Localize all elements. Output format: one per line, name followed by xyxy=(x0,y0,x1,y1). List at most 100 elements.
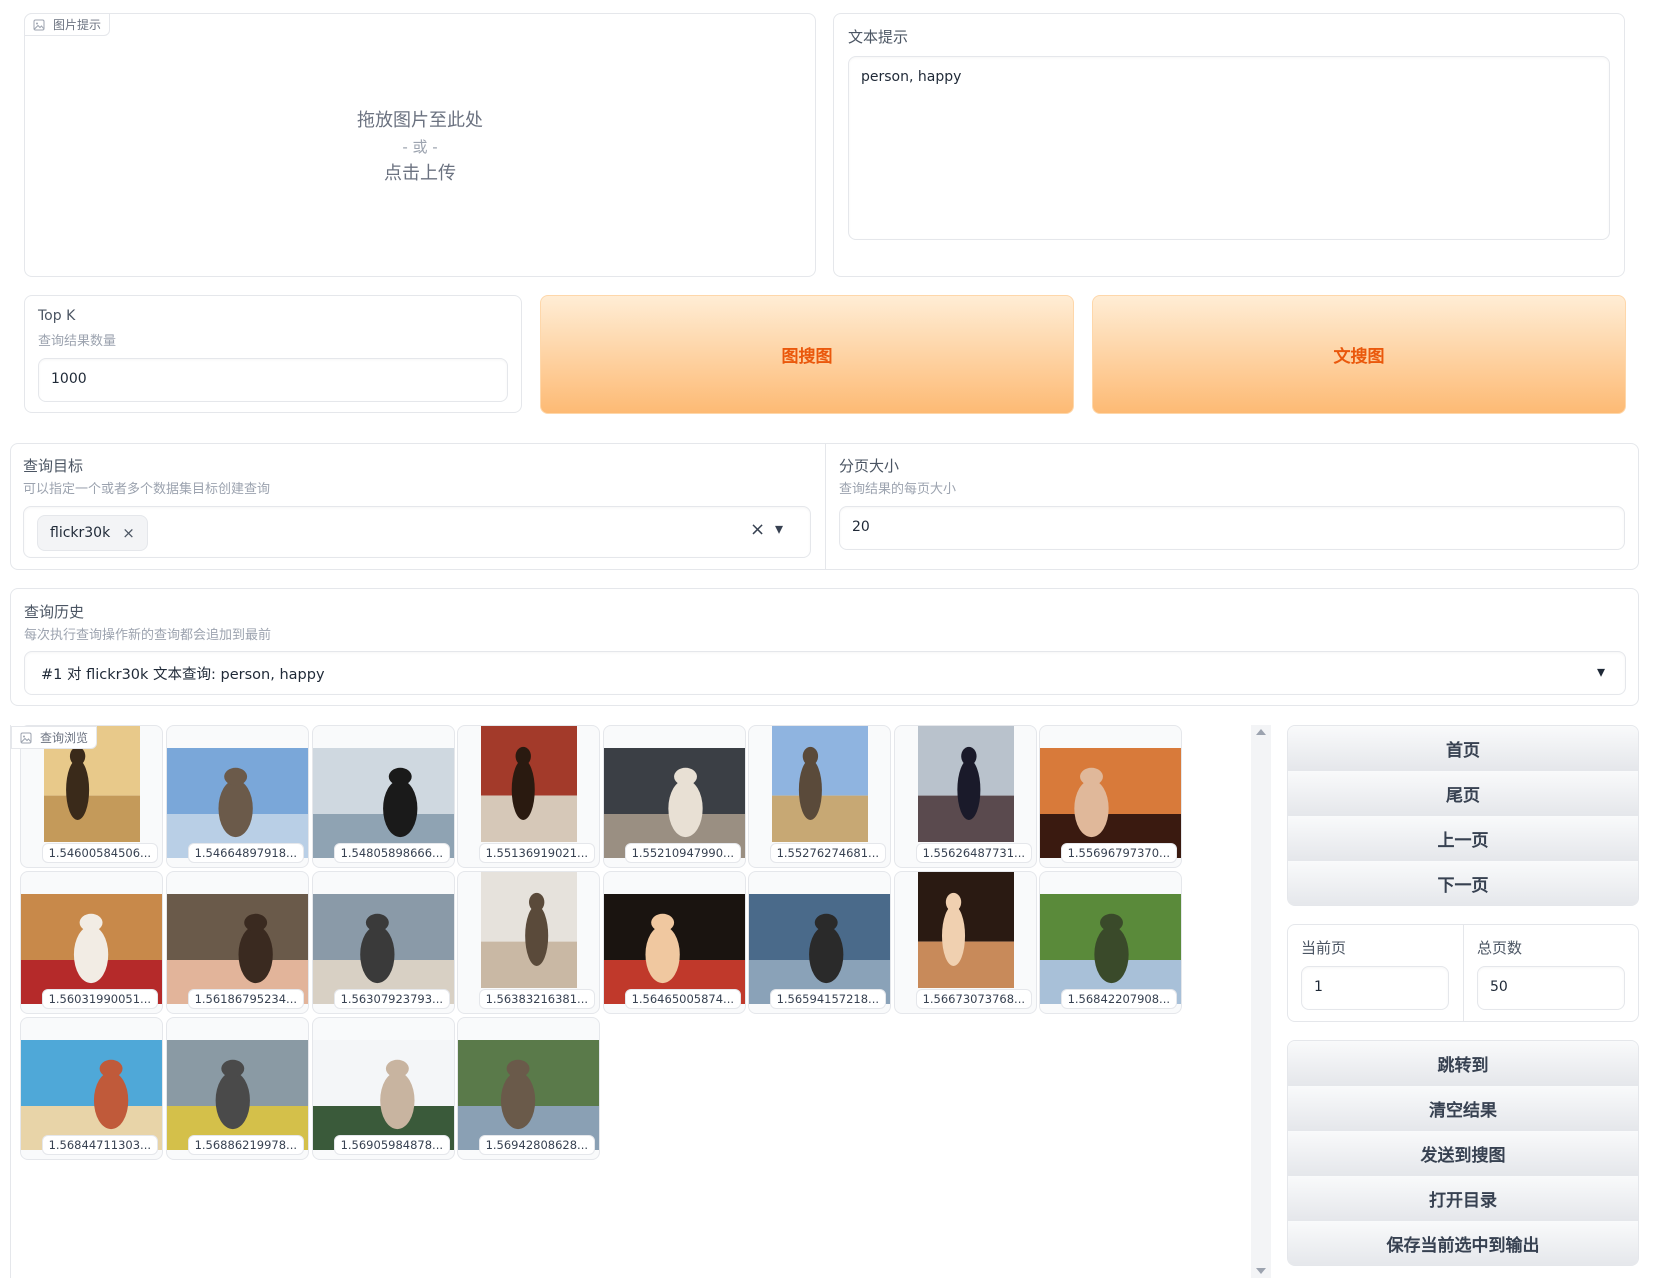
page-size-label: 分页大小 xyxy=(839,457,900,475)
chevron-down-icon: ▾ xyxy=(1596,662,1605,681)
text-search-button[interactable]: 文搜图 xyxy=(1092,295,1626,414)
pager-divider xyxy=(1463,925,1464,1021)
gallery-item[interactable]: 1.56307923793... xyxy=(312,871,455,1014)
beach-runner-photo xyxy=(313,1040,454,1150)
gallery-item-caption: 1.56465005874... xyxy=(624,989,741,1009)
gallery-item[interactable]: 1.56942808628... xyxy=(457,1017,600,1160)
man-jumping-lake-photo xyxy=(918,726,1014,842)
gallery-item-caption: 1.55210947990... xyxy=(624,843,741,863)
last-page-button[interactable]: 尾页 xyxy=(1288,771,1638,816)
query-history-select[interactable]: #1 对 flickr30k 文本查询: person, happy ▾ xyxy=(24,651,1626,695)
save-selection-button[interactable]: 保存当前选中到输出 xyxy=(1288,1221,1638,1265)
topk-info: 查询结果数量 xyxy=(38,334,117,349)
image-search-button[interactable]: 图搜图 xyxy=(540,295,1074,414)
clear-results-button[interactable]: 清空结果 xyxy=(1288,1086,1638,1131)
topk-panel: Top K 查询结果数量 1000 xyxy=(24,295,522,413)
or-text: - 或 - xyxy=(402,138,438,156)
man-bar-photo xyxy=(918,872,1014,988)
group-jumping-photo xyxy=(167,748,308,858)
beach-group-photo xyxy=(21,1040,162,1150)
gallery-item-caption: 1.56673073768... xyxy=(915,989,1032,1009)
query-target-label: 查询目标 xyxy=(23,457,84,475)
scroll-down-icon[interactable] xyxy=(1256,1268,1266,1274)
chevron-down-icon[interactable]: ▾ xyxy=(775,519,783,538)
gallery-item[interactable]: 1.56031990051... xyxy=(20,871,163,1014)
gallery-grid: 1.54600584506... 1.54664897918... 1.548058… xyxy=(11,725,1256,1278)
gallery-item-caption: 1.54805898666... xyxy=(333,843,450,863)
river-jumper-photo xyxy=(458,1040,599,1150)
gallery-item[interactable]: 1.56842207908... xyxy=(1039,871,1182,1014)
gallery-item-caption: 1.56307923793... xyxy=(333,989,450,1009)
clear-selection-icon[interactable]: × xyxy=(750,519,765,540)
gallery-item[interactable]: 1.56905984878... xyxy=(312,1017,455,1160)
dataset-chip-label: flickr30k xyxy=(50,525,111,541)
image-prompt-panel[interactable]: 图片提示 拖放图片至此处 - 或 - 点击上传 xyxy=(24,13,816,277)
topk-input[interactable]: 1000 xyxy=(38,358,508,402)
upload-text: 点击上传 xyxy=(384,163,456,184)
toddler-photo xyxy=(481,872,577,988)
query-history-info: 每次执行查询操作新的查询都会追加到最前 xyxy=(24,628,272,643)
gallery-item[interactable]: 1.54664897918... xyxy=(166,725,309,868)
gallery-item-caption: 1.56842207908... xyxy=(1060,989,1177,1009)
query-history-value: #1 对 flickr30k 文本查询: person, happy xyxy=(41,667,325,683)
fountain-jumper-photo xyxy=(167,1040,308,1150)
scroll-up-icon[interactable] xyxy=(1256,729,1266,735)
gallery-item[interactable]: 1.56186795234... xyxy=(166,871,309,1014)
chip-remove-icon[interactable]: × xyxy=(122,524,135,542)
gallery-item[interactable]: 1.55136919021... xyxy=(457,725,600,868)
gallery-item-caption: 1.56594157218... xyxy=(769,989,886,1009)
page-nav-group: 首页 尾页 上一页 下一页 xyxy=(1287,725,1639,906)
query-target-section: 查询目标 可以指定一个或者多个数据集目标创建查询 flickr30k × × ▾ xyxy=(10,443,825,570)
dataset-chip[interactable]: flickr30k × xyxy=(37,515,148,551)
gallery-item-caption: 1.54664897918... xyxy=(187,843,304,863)
page-size-info: 查询结果的每页大小 xyxy=(839,482,957,497)
gallery-item[interactable]: 1.55626487731... xyxy=(894,725,1037,868)
send-to-search-button[interactable]: 发送到搜图 xyxy=(1288,1131,1638,1176)
gallery-item-caption: 1.56886219978... xyxy=(187,1135,304,1155)
page-size-input[interactable]: 20 xyxy=(839,506,1625,550)
gallery-item[interactable]: 1.56383216381... xyxy=(457,871,600,1014)
page-size-section: 分页大小 查询结果的每页大小 20 xyxy=(826,443,1639,570)
gallery-item-caption: 1.55626487731... xyxy=(915,843,1032,863)
two-women-smiling-photo xyxy=(1040,748,1181,858)
man-red-jacket-photo xyxy=(481,726,577,842)
people-laughing-photo xyxy=(604,748,745,858)
gallery-scrollbar[interactable] xyxy=(1251,725,1271,1278)
topk-label: Top K xyxy=(38,308,76,324)
gallery-item-caption: 1.56031990051... xyxy=(41,989,158,1009)
gallery-item[interactable]: 1.56465005874... xyxy=(603,871,746,1014)
woman-smiling-photo xyxy=(167,894,308,1004)
query-history-label: 查询历史 xyxy=(24,603,85,621)
gallery-item[interactable]: 1.54805898666... xyxy=(312,725,455,868)
gallery-item-caption: 1.54600584506... xyxy=(41,843,158,863)
gallery-item[interactable]: 1.56594157218... xyxy=(748,871,891,1014)
gallery-tag: 查询浏览 xyxy=(11,726,98,749)
gallery-item[interactable]: 1.56844711303... xyxy=(20,1017,163,1160)
gallery-panel: 查询浏览 1.54600584506... 1.54664897918... 1.5… xyxy=(10,725,1271,1278)
total-pages-input[interactable]: 50 xyxy=(1477,966,1625,1010)
query-target-select[interactable]: flickr30k × × ▾ xyxy=(23,506,811,558)
total-pages-label: 总页数 xyxy=(1477,939,1523,957)
open-directory-button[interactable]: 打开目录 xyxy=(1288,1176,1638,1221)
women-sitting-photo xyxy=(313,894,454,1004)
gallery-item[interactable]: 1.55210947990... xyxy=(603,725,746,868)
jump-to-button[interactable]: 跳转到 xyxy=(1288,1041,1638,1086)
text-prompt-textarea[interactable]: person, happy xyxy=(848,56,1610,240)
gallery-label: 查询浏览 xyxy=(40,731,89,745)
query-target-info: 可以指定一个或者多个数据集目标创建查询 xyxy=(23,482,271,497)
upload-drop-area[interactable]: 拖放图片至此处 - 或 - 点击上传 xyxy=(25,14,815,276)
current-page-input[interactable]: 1 xyxy=(1301,966,1449,1010)
gallery-item[interactable]: 1.55276274681... xyxy=(748,725,891,868)
gallery-item[interactable]: 1.55696797370... xyxy=(1039,725,1182,868)
prev-page-button[interactable]: 上一页 xyxy=(1288,816,1638,861)
gallery-item[interactable]: 1.56673073768... xyxy=(894,871,1037,1014)
text-prompt-panel: 文本提示 person, happy xyxy=(833,13,1625,277)
image-icon xyxy=(20,732,32,743)
gallery-item-caption: 1.55696797370... xyxy=(1060,843,1177,863)
actions-group: 跳转到 清空结果 发送到搜图 打开目录 保存当前选中到输出 xyxy=(1287,1040,1639,1266)
couple-on-floor-photo xyxy=(21,894,162,1004)
gallery-item-caption: 1.56383216381... xyxy=(478,989,595,1009)
next-page-button[interactable]: 下一页 xyxy=(1288,861,1638,905)
first-page-button[interactable]: 首页 xyxy=(1288,726,1638,771)
gallery-item[interactable]: 1.56886219978... xyxy=(166,1017,309,1160)
